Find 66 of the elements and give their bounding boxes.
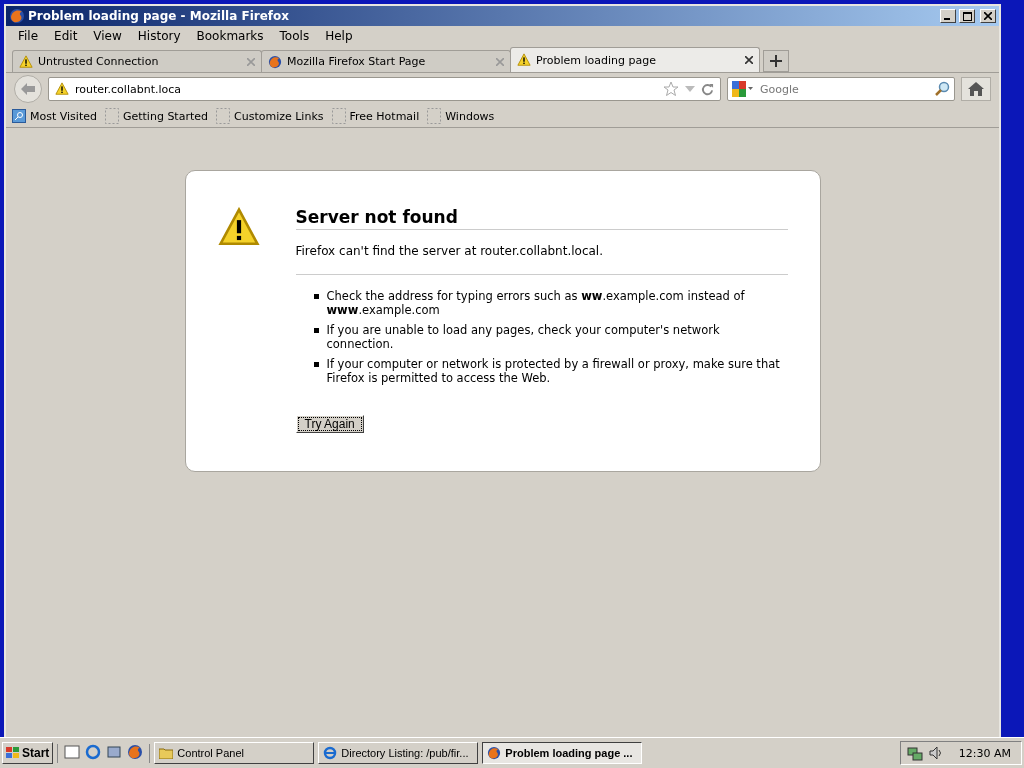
network-icon[interactable] [906, 745, 923, 761]
globe-icon [268, 54, 282, 69]
menu-item[interactable]: History [129, 29, 189, 43]
bookmark-item[interactable]: Customize Links [216, 108, 324, 124]
globe-icon [9, 8, 25, 24]
bookmark-item[interactable]: Free Hotmail [331, 108, 420, 124]
close-button[interactable] [980, 9, 996, 23]
plus-icon [770, 55, 782, 67]
bullet-icon [313, 328, 319, 333]
star-icon[interactable] [663, 81, 679, 97]
bullet-icon [313, 294, 319, 299]
close-icon[interactable] [745, 56, 753, 64]
home-icon [968, 82, 984, 96]
new-tab-button[interactable] [763, 50, 789, 72]
bookmark-item[interactable]: Windows [427, 108, 495, 124]
page-icon [331, 108, 346, 124]
reload-icon[interactable] [701, 82, 714, 96]
browser-tab[interactable]: Problem loading page [510, 47, 760, 72]
maximize-icon [962, 11, 972, 21]
browser-tab[interactable]: Mozilla Firefox Start Page [261, 50, 511, 72]
tab-title: Problem loading page [536, 53, 657, 67]
warning-icon [55, 82, 69, 96]
minimize-button[interactable] [940, 9, 956, 23]
bookmark-item[interactable]: Getting Started [104, 108, 208, 124]
menu-item[interactable]: File [10, 29, 47, 43]
taskbar-button[interactable]: Control Panel [154, 742, 315, 764]
tip-text: If your computer or network is protected by a firewall or proxy, make sure that Firefox is permitted to access the Web. [326, 357, 781, 385]
globe-icon [487, 746, 502, 760]
search-icon[interactable] [934, 81, 950, 97]
maximize-button[interactable] [959, 9, 975, 23]
bookmark-item[interactable]: Most Visited [12, 109, 97, 123]
taskbar-button[interactable]: Problem loading page ... [482, 742, 643, 764]
menu-item[interactable]: Edit [46, 29, 86, 43]
search-field[interactable]: Google [727, 77, 955, 101]
search-engine-icon[interactable] [732, 81, 754, 97]
menu-item[interactable]: View [85, 29, 130, 43]
clock: 12:30 AM [958, 746, 1011, 760]
try-again-button[interactable]: Try Again [295, 415, 364, 433]
folder-icon [159, 747, 174, 759]
windows-logo-icon [6, 747, 20, 759]
browser-icon [323, 746, 338, 760]
home-button[interactable] [961, 77, 991, 101]
window-title: Problem loading page - Mozilla Firefox [28, 9, 291, 23]
error-title: Server not found [295, 207, 788, 230]
close-icon [984, 12, 992, 20]
menu-item[interactable]: Tools [271, 29, 318, 43]
page-icon [104, 108, 119, 124]
page-icon [427, 108, 442, 124]
taskbar-button[interactable]: Directory Listing: /pub/fir... [318, 742, 479, 764]
back-arrow-icon [20, 82, 36, 96]
browser-tab[interactable]: Untrusted Connection [12, 50, 262, 72]
bullet-icon [313, 362, 319, 367]
warning-icon [19, 54, 33, 69]
page-icon [216, 108, 230, 124]
speaker-icon[interactable] [928, 745, 943, 761]
tab-title: Untrusted Connection [38, 55, 160, 68]
warning-icon [517, 53, 531, 67]
bookmark-folder-icon [12, 109, 26, 123]
tip-text: Check the address for typing errors such as ww.example.com instead of www.example.com [326, 289, 746, 317]
start-button[interactable]: Start [2, 742, 54, 764]
error-message: Firefox can't find the server at router.collabnt.local. [295, 244, 788, 275]
menu-item[interactable]: Bookmarks [188, 29, 272, 43]
menu-item[interactable]: Help [317, 29, 361, 43]
tip-text: If you are unable to load any pages, check your computer's network connection. [326, 323, 721, 351]
address-bar[interactable]: router.collabnt.loca [48, 77, 721, 101]
tab-title: Mozilla Firefox Start Page [287, 55, 427, 68]
